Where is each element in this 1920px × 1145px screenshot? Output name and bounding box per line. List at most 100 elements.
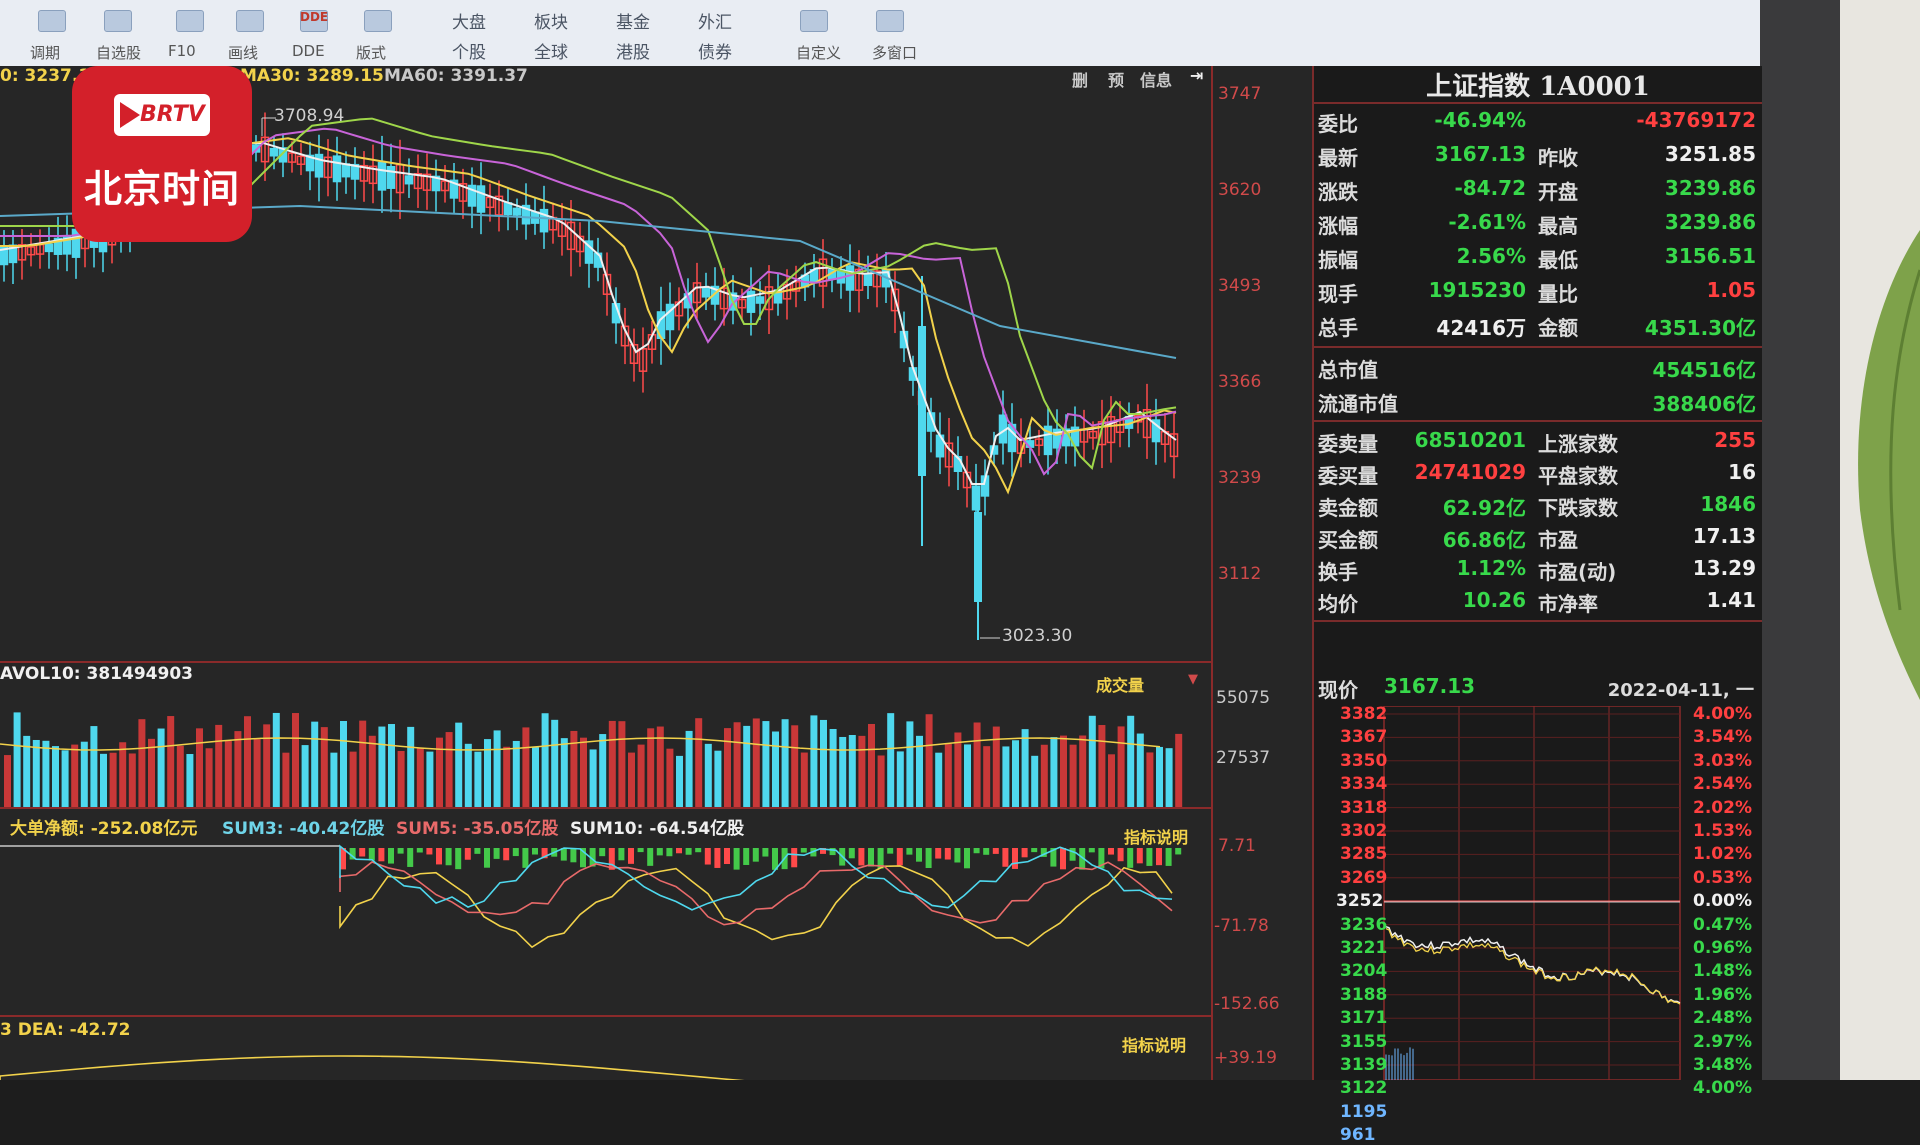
order-row-value2: 255 xyxy=(1714,428,1756,452)
delete-button[interactable]: 删 xyxy=(1072,67,1088,91)
toolbar-label-4[interactable]: DDE xyxy=(292,42,325,60)
quote-row-value2: -43769172 xyxy=(1636,108,1756,132)
volume-bar xyxy=(292,713,299,807)
toolbar-label-3[interactable]: 画线 xyxy=(228,42,258,63)
menu-bottom-2[interactable]: 港股 xyxy=(616,38,650,63)
order-row-label: 委买量 xyxy=(1318,464,1378,488)
volume-bar xyxy=(503,746,511,807)
chevron-down-icon[interactable]: ▼ xyxy=(1188,672,1198,687)
toolbar-right-label-1[interactable]: 多窗口 xyxy=(872,42,917,63)
order-row-label: 换手 xyxy=(1318,560,1358,584)
flow-bar xyxy=(1146,848,1153,866)
volume-bar xyxy=(445,732,453,807)
intraday-price-label: 3252 xyxy=(1336,891,1384,912)
flow-bar xyxy=(916,848,922,862)
flow-bar xyxy=(368,848,375,861)
volume-bar xyxy=(829,728,837,807)
flow-bar xyxy=(1088,848,1095,853)
menu-bottom-0[interactable]: 个股 xyxy=(452,38,486,63)
volume-bar xyxy=(580,737,587,807)
quote-row-label2: 最高 xyxy=(1538,214,1578,238)
intraday-frame xyxy=(1383,706,1681,1080)
quote-row-label2: 开盘 xyxy=(1538,180,1578,204)
toolbar-label-0[interactable]: 调期 xyxy=(30,42,60,63)
price-axis-label: 3493 xyxy=(1218,276,1262,296)
flow-bar xyxy=(359,848,366,857)
menu-bottom-1[interactable]: 全球 xyxy=(534,38,568,63)
macd-header: 3 DEA: -42.72 xyxy=(0,1020,131,1040)
toolbar-icon-1[interactable] xyxy=(104,10,132,32)
intraday-price-line xyxy=(1385,925,1681,1004)
quote-row: 委比 -46.94% -43769172 xyxy=(1314,104,1762,137)
menu-bottom-3[interactable]: 债券 xyxy=(698,38,732,63)
volume-bar xyxy=(512,740,520,807)
volume-bar xyxy=(848,735,856,807)
volume-bar xyxy=(282,752,290,807)
volume-bar xyxy=(176,745,184,807)
menu-top-2[interactable]: 基金 xyxy=(616,8,650,33)
quote-row-value2: 3251.85 xyxy=(1664,142,1756,166)
menu-top-1[interactable]: 板块 xyxy=(534,8,568,33)
low-annotation: 3023.30 xyxy=(1002,626,1073,646)
toolbar-right-icon-0[interactable] xyxy=(800,10,828,32)
price-axis-label: 3112 xyxy=(1218,564,1262,584)
toolbar-label-1[interactable]: 自选股 xyxy=(96,42,141,63)
flow-bar xyxy=(1031,848,1038,853)
quote-row: 总手 42416万 金额 4351.30亿 xyxy=(1314,308,1762,341)
intraday-pct-label: 1.48% xyxy=(1693,961,1752,982)
volume-bar xyxy=(628,752,635,807)
volume-bar xyxy=(935,752,943,807)
volume-bar xyxy=(1117,726,1125,807)
toolbar-label-2[interactable]: F10 xyxy=(168,42,196,60)
toolbar: 调期 自选股 F10 画线 DDE DDE 版式 大盘 板块 基金 外汇 个股 全球 港股 债券 自定义 多窗口 xyxy=(0,0,1760,67)
flow-indicator-help[interactable]: 指标说明 xyxy=(1124,824,1188,848)
toolbar-label-5[interactable]: 版式 xyxy=(356,42,386,63)
volume-bar xyxy=(359,720,367,807)
flow-bar xyxy=(1021,848,1028,858)
order-row: 委买量 24741029 平盘家数 16 xyxy=(1314,456,1762,489)
plant-leaf xyxy=(1858,230,1920,700)
volume-bar xyxy=(666,748,674,807)
intraday-pct-label: 2.54% xyxy=(1693,774,1752,795)
volume-bar xyxy=(138,719,146,807)
volume-bar xyxy=(752,718,760,807)
volume-bar xyxy=(1002,746,1010,807)
candle-body xyxy=(404,175,414,185)
macd-indicator-help[interactable]: 指标说明 xyxy=(1122,1032,1186,1056)
volume-bar xyxy=(685,730,693,807)
quote-row: 涨幅 -2.61% 最高 3239.86 xyxy=(1314,206,1762,239)
toolbar-icon-3[interactable] xyxy=(236,10,264,32)
vol-tag[interactable]: 成交量 xyxy=(1096,672,1144,696)
volume-bar xyxy=(1031,755,1039,807)
flow-bar xyxy=(935,848,942,859)
intraday-panel: 现价 3167.13 2022-04-11, 一 3382 3367 3350 333… xyxy=(1314,670,1762,1145)
toolbar-icon-5[interactable] xyxy=(364,10,392,32)
quote-row-label: 现手 xyxy=(1318,282,1358,306)
toolbar-right-icon-1[interactable] xyxy=(876,10,904,32)
flow-bar xyxy=(407,848,414,867)
sum10-line xyxy=(339,865,1173,949)
intraday-price-label: 3269 xyxy=(1340,867,1388,888)
preview-button[interactable]: 预 xyxy=(1108,67,1124,91)
toolbar-icon-0[interactable] xyxy=(38,10,66,32)
info-button[interactable]: 信息 xyxy=(1140,67,1172,91)
quote-row-label2: 昨收 xyxy=(1538,146,1578,170)
quote-row-value2: 1.05 xyxy=(1706,278,1756,302)
toolbar-right-label-0[interactable]: 自定义 xyxy=(796,42,841,63)
volume-bar xyxy=(560,738,568,807)
volume-bar xyxy=(196,728,203,807)
quote-row-label: 总手 xyxy=(1318,316,1358,340)
menu-top-3[interactable]: 外汇 xyxy=(698,8,732,33)
export-icon[interactable]: ⇥ xyxy=(1190,66,1203,85)
quote-row-value: 42416万 xyxy=(1436,316,1526,340)
intraday-price-label: 3171 xyxy=(1340,1008,1388,1029)
price-axis-label: 3366 xyxy=(1218,372,1262,392)
order-row-label: 委卖量 xyxy=(1318,432,1378,456)
flow-bar xyxy=(493,848,500,859)
menu-top-0[interactable]: 大盘 xyxy=(452,8,486,33)
volume-bar xyxy=(109,752,117,807)
toolbar-icon-2[interactable] xyxy=(176,10,204,32)
flow-bar xyxy=(618,848,625,861)
volume-bar xyxy=(407,726,415,807)
intraday-price-label: 3221 xyxy=(1340,938,1388,958)
